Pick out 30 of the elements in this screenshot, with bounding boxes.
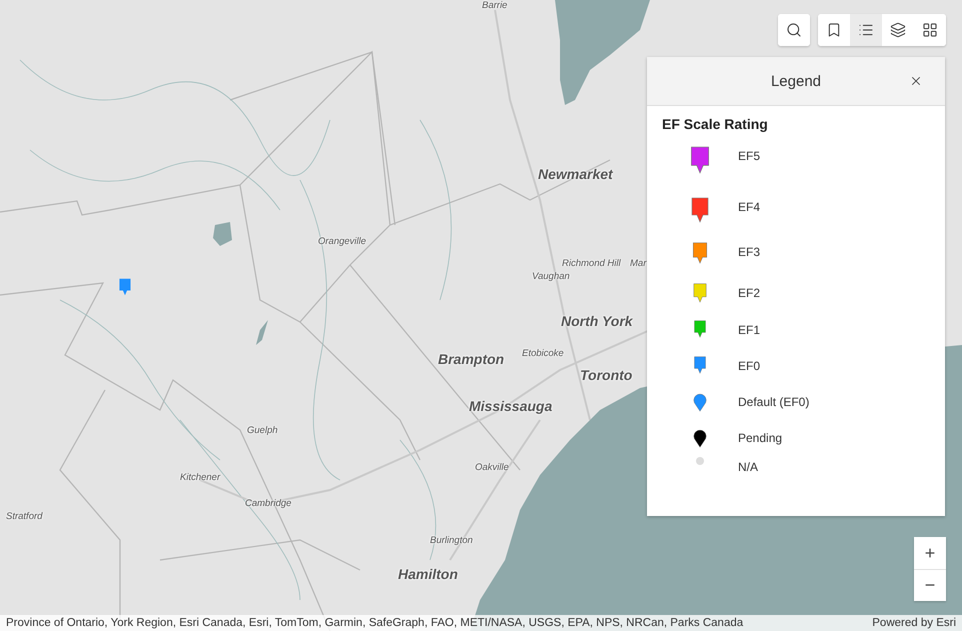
legend-label: N/A: [738, 459, 758, 474]
city-label: North York: [561, 313, 633, 329]
legend-label: Pending: [738, 430, 782, 445]
legend-label: EF4: [738, 199, 760, 214]
city-label: Stratford: [6, 511, 42, 522]
city-label: Brampton: [438, 351, 504, 367]
legend-label: Default (EF0): [738, 394, 810, 409]
city-label: Barrie: [482, 0, 508, 11]
city-label: Newmarket: [538, 166, 613, 182]
legend-label: EF3: [738, 244, 760, 259]
attribution-text: Province of Ontario, York Region, Esri Canada, Esri, TomTom, Garmin, SafeGraph, FAO, METI/NASA, USGS, EPA, NPS, NRCan, Parks Canada: [6, 617, 744, 629]
city-label: Mar: [630, 258, 646, 269]
city-label: Cambridge: [245, 498, 292, 509]
legend-title: Legend: [770, 72, 822, 90]
city-label: Richmond Hill: [562, 258, 621, 269]
legend-label: EF1: [738, 322, 760, 337]
layer-title: EF Scale Rating: [662, 116, 769, 132]
city-label: Etobicoke: [522, 348, 564, 359]
city-label: Kitchener: [180, 472, 220, 483]
legend-label: EF2: [738, 285, 760, 300]
legend-label: EF0: [738, 358, 760, 373]
city-label: Burlington: [430, 535, 473, 546]
city-label: Hamilton: [398, 566, 458, 582]
legend-label: EF5: [738, 148, 760, 163]
city-label: Orangeville: [318, 236, 366, 247]
city-label: Oakville: [475, 462, 509, 473]
city-label: Guelph: [247, 425, 278, 436]
city-label: Toronto: [580, 367, 632, 383]
city-label: Mississauga: [469, 398, 552, 414]
city-label: Vaughan: [532, 271, 570, 282]
